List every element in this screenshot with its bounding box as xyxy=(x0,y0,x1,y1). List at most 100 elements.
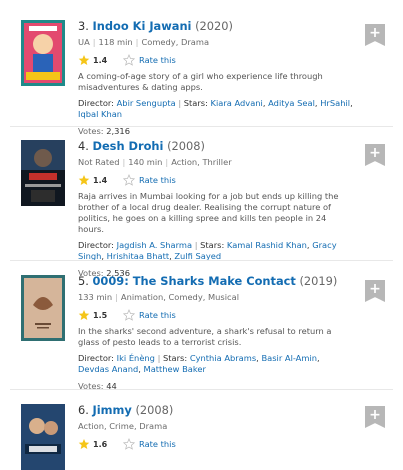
director-link[interactable]: Iki Énèng xyxy=(117,353,155,363)
meta-line: Action, Crime, Drama xyxy=(78,421,353,432)
votes: Votes: 44 xyxy=(78,381,353,392)
star-link[interactable]: Cynthia Abrams xyxy=(190,353,256,363)
director-link[interactable]: Abir Sengupta xyxy=(117,98,176,108)
star-link[interactable]: Matthew Baker xyxy=(144,364,206,374)
add-to-watchlist-button[interactable]: + xyxy=(365,24,385,46)
title-year: (2019) xyxy=(299,274,338,288)
credits: Director: Iki Énèng | Stars: Cynthia Abr… xyxy=(78,353,320,374)
certificate: Not Rated xyxy=(78,157,120,167)
item-index: 4. xyxy=(78,139,89,153)
genre: Action, Crime, Drama xyxy=(78,421,168,431)
title-year: (2008) xyxy=(135,403,174,417)
item-divider xyxy=(10,126,393,127)
item-content: 6. Jimmy (2008) Action, Crime, Drama 1.6 Ra… xyxy=(78,403,353,451)
credits-divider: | xyxy=(178,98,182,108)
item-index: 6. xyxy=(78,403,89,417)
credits: Director: Abir Sengupta | Stars: Kiara A… xyxy=(78,98,353,119)
item-divider xyxy=(10,260,393,261)
item-divider xyxy=(10,389,393,390)
meta-line: Not Rated | 140 min | Action, Thriller xyxy=(78,157,353,168)
description: In the sharks' second adventure, a shark… xyxy=(78,326,332,347)
item-content: 5. 0009: The Sharks Make Contact (2019) 1… xyxy=(78,274,353,392)
credits: Director: Jagdish A. Sharma | Stars: Kam… xyxy=(78,240,337,261)
director-label: Director: xyxy=(78,353,114,363)
star-icon xyxy=(78,174,90,186)
stars-label: Stars: xyxy=(200,240,225,250)
poster-image[interactable] xyxy=(21,20,65,86)
title-link[interactable]: 0009: The Sharks Make Contact xyxy=(93,274,296,288)
title-link[interactable]: Desh Drohi xyxy=(93,139,164,153)
certificate: UA xyxy=(78,37,90,47)
credits-divider: | xyxy=(194,240,198,250)
credits-divider: | xyxy=(157,353,161,363)
votes-count: 2,316 xyxy=(106,126,130,136)
rating-row: 1.4 Rate this xyxy=(78,173,353,187)
genre: Comedy, Drama xyxy=(141,37,210,47)
star-link[interactable]: Devdas Anand xyxy=(78,364,138,374)
rating-value: 1.4 xyxy=(93,55,108,65)
runtime: 133 min xyxy=(78,292,113,302)
rating-value: 1.6 xyxy=(93,439,108,449)
rate-star-icon[interactable] xyxy=(122,54,136,66)
rate-this-link[interactable]: Rate this xyxy=(139,439,176,449)
runtime: 140 min xyxy=(128,157,163,167)
rating-row: 1.6 Rate this xyxy=(78,437,353,451)
star-link[interactable]: HrSahil xyxy=(320,98,350,108)
plus-icon: + xyxy=(369,407,381,423)
item-content: 4. Desh Drohi (2008) Not Rated | 140 min | Ac… xyxy=(78,139,353,279)
rating-row: 1.5 Rate this xyxy=(78,308,353,322)
item-index: 5. xyxy=(78,274,89,288)
title-link[interactable]: Indoo Ki Jawani xyxy=(93,19,192,33)
director-link[interactable]: Jagdish A. Sharma xyxy=(117,240,192,250)
title-link[interactable]: Jimmy xyxy=(93,403,132,417)
star-link[interactable]: Kiara Advani xyxy=(211,98,263,108)
runtime: 118 min xyxy=(98,37,133,47)
star-link[interactable]: Basir Al-Amin xyxy=(261,353,317,363)
rate-star-icon[interactable] xyxy=(122,174,136,186)
poster-image[interactable] xyxy=(21,275,65,341)
description: A coming-of-age story of a girl who expe… xyxy=(78,71,323,92)
stars-label: Stars: xyxy=(163,353,188,363)
stars-label: Stars: xyxy=(183,98,208,108)
rating-value: 1.5 xyxy=(93,310,108,320)
star-icon xyxy=(78,438,90,450)
title-header: 4. Desh Drohi (2008) xyxy=(78,139,353,153)
meta-divider: | xyxy=(92,37,96,47)
title-year: (2008) xyxy=(167,139,205,153)
star-link[interactable]: Iqbal Khan xyxy=(78,109,122,119)
meta-line: 133 min | Animation, Comedy, Musical xyxy=(78,292,353,303)
director-label: Director: xyxy=(78,98,114,108)
description: Raja arrives in Mumbai looking for a job… xyxy=(78,191,339,234)
plus-icon: + xyxy=(369,145,381,161)
director-label: Director: xyxy=(78,240,114,250)
meta-line: UA | 118 min | Comedy, Drama xyxy=(78,37,353,48)
rate-this-link[interactable]: Rate this xyxy=(139,310,176,320)
add-to-watchlist-button[interactable]: + xyxy=(365,406,385,428)
star-link[interactable]: Aditya Seal xyxy=(268,98,315,108)
title-header: 5. 0009: The Sharks Make Contact (2019) xyxy=(78,274,353,288)
genre: Action, Thriller xyxy=(171,157,232,167)
plus-icon: + xyxy=(369,281,381,297)
rating-row: 1.4 Rate this xyxy=(78,53,353,67)
item-content: 3. Indoo Ki Jawani (2020) UA | 118 min | Come… xyxy=(78,19,353,137)
star-link[interactable]: Kamal Rashid Khan xyxy=(227,240,307,250)
poster-image[interactable] xyxy=(21,140,65,206)
add-to-watchlist-button[interactable]: + xyxy=(365,144,385,166)
plus-icon: + xyxy=(369,25,381,41)
poster-image[interactable] xyxy=(21,404,65,470)
rating-value: 1.4 xyxy=(93,175,108,185)
rate-this-link[interactable]: Rate this xyxy=(139,55,176,65)
rate-star-icon[interactable] xyxy=(122,438,136,450)
votes-label: Votes: xyxy=(78,126,104,136)
meta-divider: | xyxy=(115,292,118,302)
star-icon xyxy=(78,309,90,321)
rate-star-icon[interactable] xyxy=(122,309,136,321)
rate-this-link[interactable]: Rate this xyxy=(139,175,176,185)
genre: Animation, Comedy, Musical xyxy=(120,292,239,302)
star-icon xyxy=(78,54,90,66)
add-to-watchlist-button[interactable]: + xyxy=(365,280,385,302)
title-header: 6. Jimmy (2008) xyxy=(78,403,353,417)
title-header: 3. Indoo Ki Jawani (2020) xyxy=(78,19,353,33)
title-year: (2020) xyxy=(195,19,233,33)
meta-divider: | xyxy=(122,157,126,167)
